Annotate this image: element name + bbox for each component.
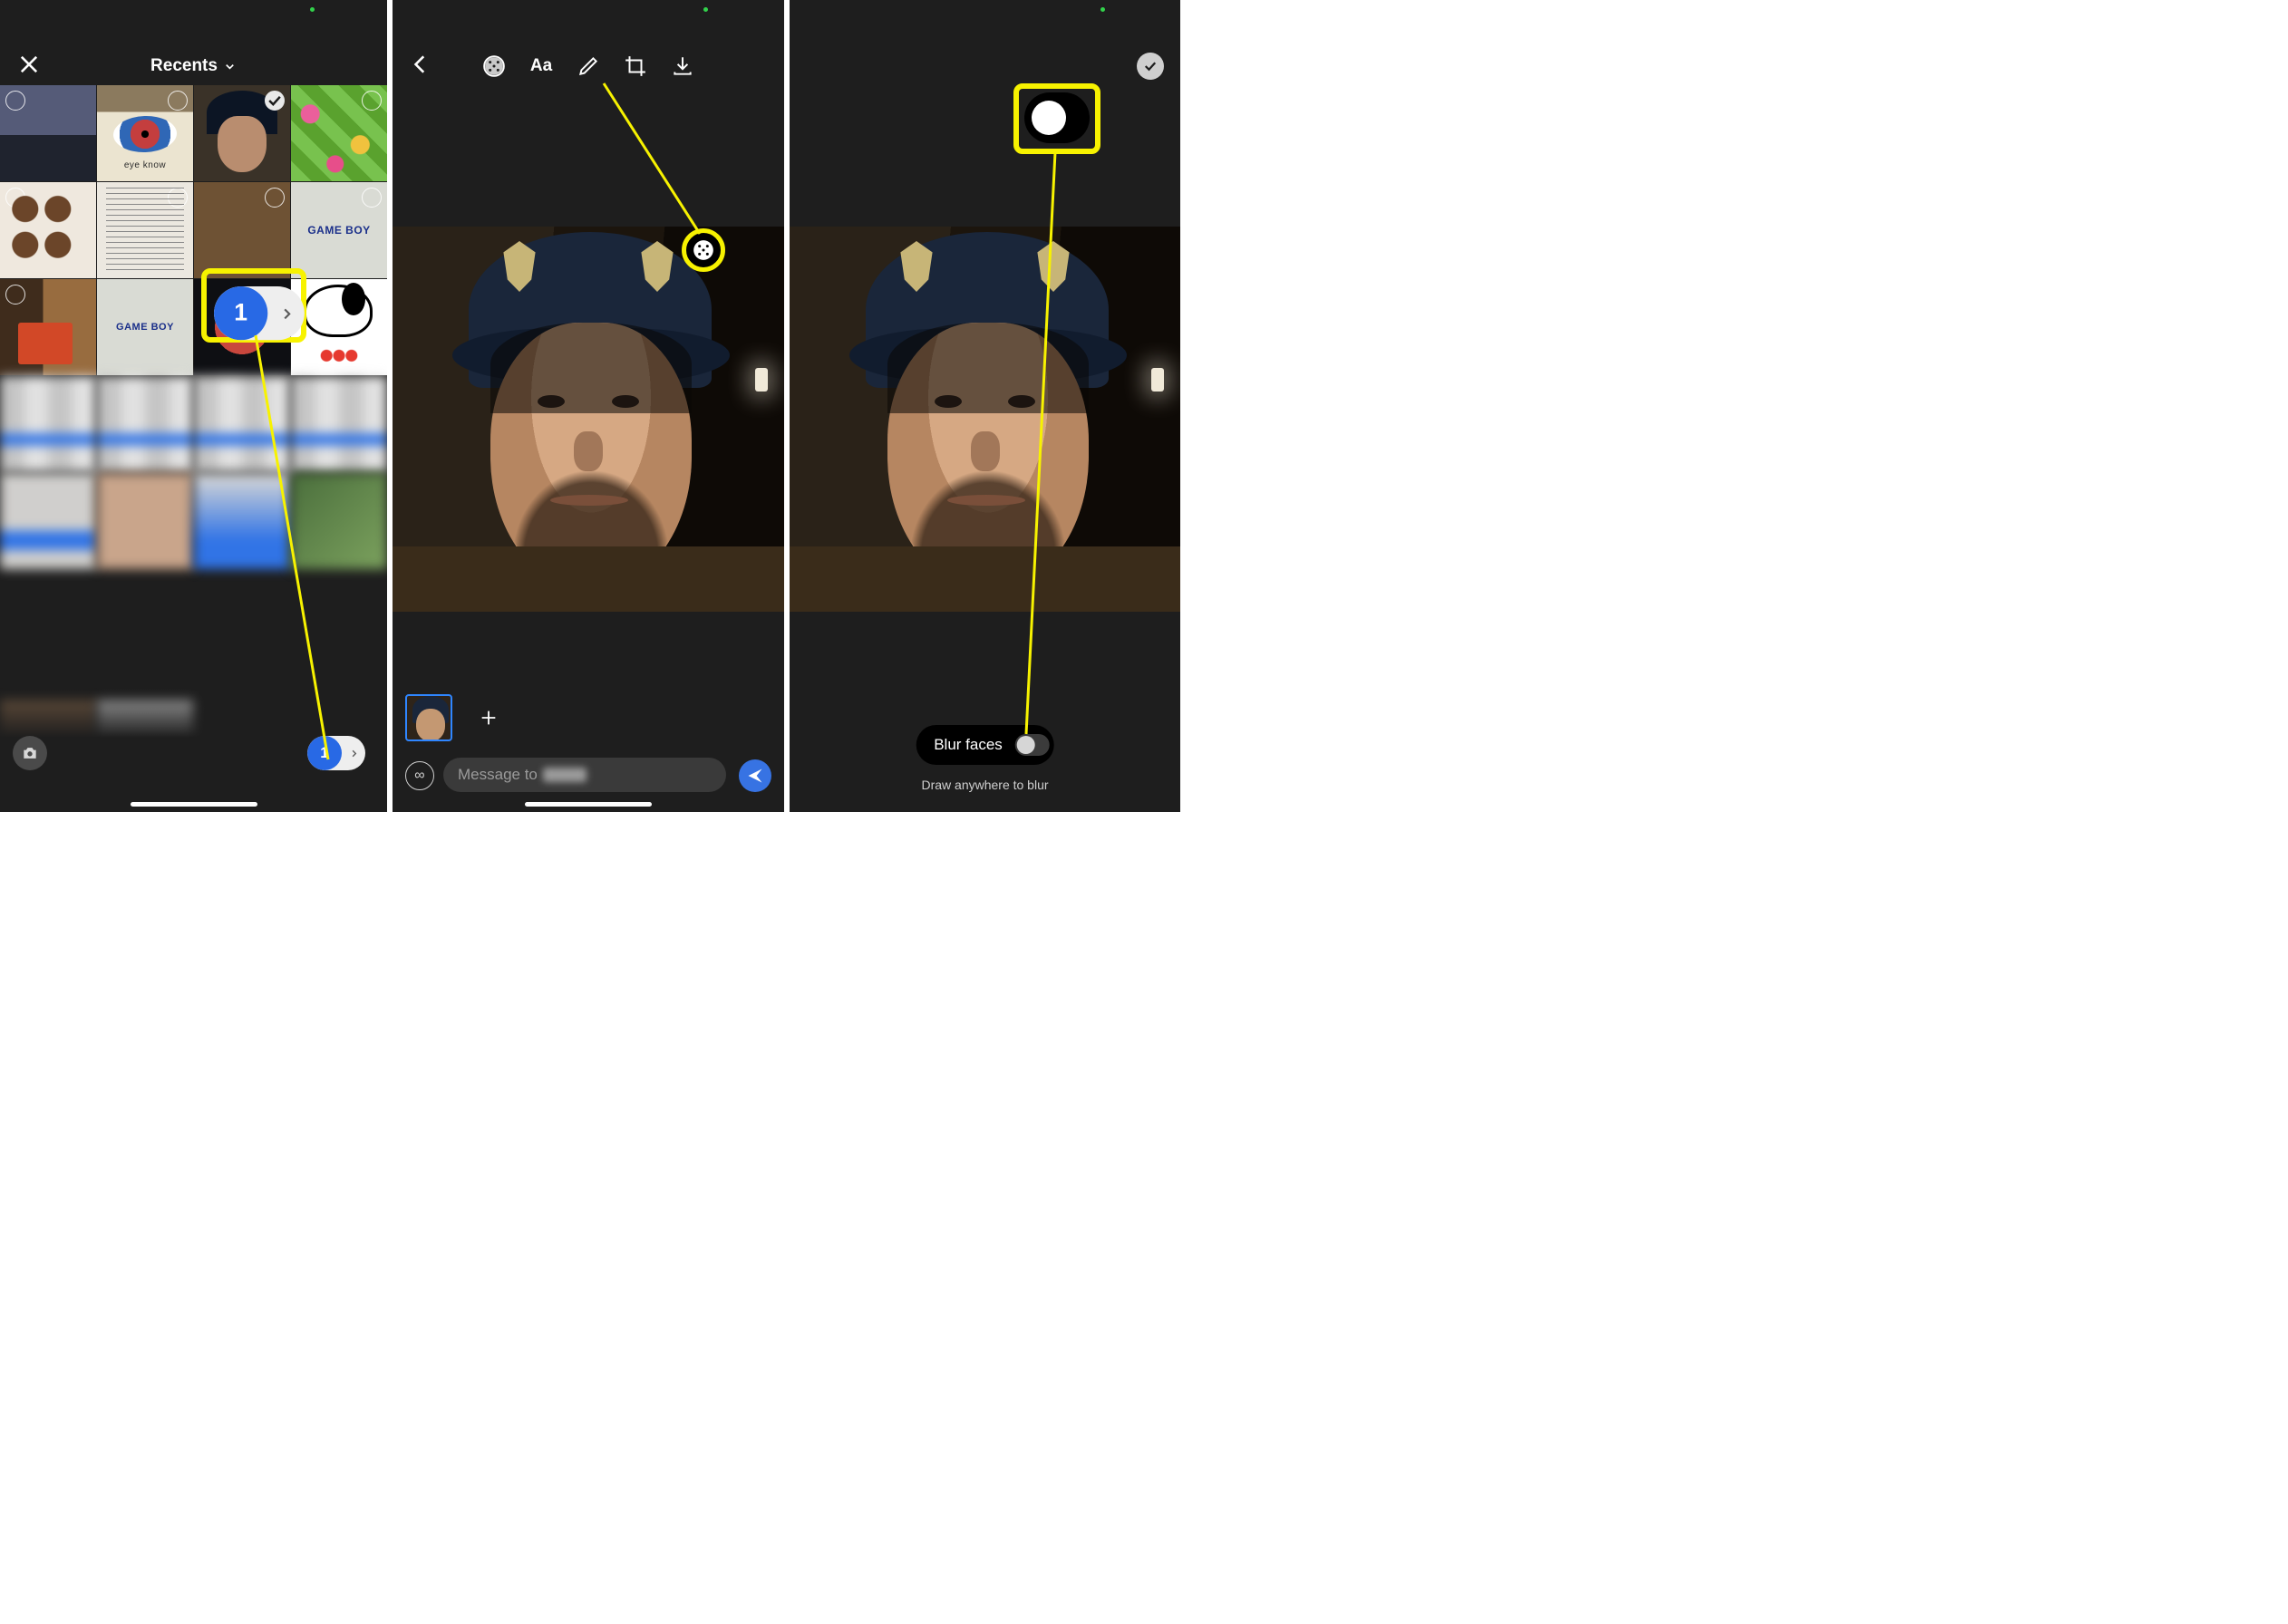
send-icon	[746, 767, 764, 785]
select-indicator[interactable]	[362, 91, 382, 111]
panel-gallery: Recents eye know GAME BOY GAME BOY	[0, 0, 387, 812]
selection-count: 1	[307, 736, 342, 770]
add-media-button[interactable]	[465, 694, 512, 741]
send-button[interactable]	[739, 759, 771, 792]
attached-photo-thumb[interactable]	[405, 694, 452, 741]
photo-thumbnail[interactable]	[0, 182, 96, 278]
blur-faces-label: Blur faces	[934, 736, 1003, 754]
blur-faces-toggle[interactable]	[1015, 734, 1050, 756]
annotation-zoom-switch	[1024, 92, 1090, 143]
blur-tool-button[interactable]	[480, 53, 508, 80]
chevron-down-icon	[223, 60, 237, 73]
panel-editor: Aa ∞	[393, 0, 784, 812]
annotation-zoom-pill: 1	[214, 286, 305, 340]
album-title: Recents	[150, 56, 218, 76]
photo-thumbnail[interactable]	[97, 376, 193, 472]
annotation-highlight-blur-icon	[682, 228, 725, 272]
text-tool-button[interactable]: Aa	[528, 53, 555, 80]
status-dot	[703, 7, 708, 12]
photo-thumbnail[interactable]	[291, 85, 387, 181]
select-indicator[interactable]	[5, 188, 25, 208]
pencil-icon	[577, 54, 600, 78]
done-button[interactable]	[1137, 53, 1164, 80]
select-indicator[interactable]	[362, 188, 382, 208]
select-indicator[interactable]	[5, 91, 25, 111]
photo-thumbnail[interactable]	[97, 473, 193, 569]
panel-blur-faces: Blur faces Draw anywhere to blur	[790, 0, 1180, 812]
status-dot	[310, 7, 315, 12]
editor-header: Aa	[393, 42, 784, 91]
blur-hint: Draw anywhere to blur	[790, 778, 1180, 792]
photo-thumbnail[interactable]	[291, 473, 387, 569]
header: Recents	[0, 42, 387, 91]
chevron-right-icon	[342, 749, 365, 759]
message-placeholder: Message to	[458, 766, 538, 784]
blur-faces-toggle-row: Blur faces	[916, 725, 1054, 765]
select-indicator[interactable]	[168, 188, 188, 208]
blur-header	[790, 42, 1180, 91]
save-tool-button[interactable]	[669, 53, 696, 80]
photo-grid: eye know GAME BOY GAME BOY	[0, 85, 387, 569]
download-icon	[671, 54, 694, 78]
redacted-recipient	[543, 768, 587, 782]
message-input[interactable]: Message to	[443, 758, 726, 792]
editor-canvas[interactable]	[393, 227, 784, 612]
crop-icon	[624, 54, 647, 78]
photo-thumbnail[interactable]	[194, 182, 290, 278]
photo-thumbnail[interactable]	[194, 473, 290, 569]
crop-tool-button[interactable]	[622, 53, 649, 80]
selection-count-pill[interactable]: 1	[307, 736, 365, 770]
check-icon	[1142, 58, 1159, 74]
photo-thumbnail[interactable]	[0, 279, 96, 375]
close-button[interactable]	[16, 52, 42, 82]
photo-thumbnail[interactable]	[0, 473, 96, 569]
camera-icon	[21, 744, 39, 762]
photo-thumbnail[interactable]	[194, 85, 290, 181]
status-dot	[1100, 7, 1105, 12]
photo-thumbnail[interactable]	[194, 376, 290, 472]
draw-tool-button[interactable]	[575, 53, 602, 80]
plus-icon	[479, 708, 499, 728]
blur-canvas[interactable]	[790, 227, 1180, 612]
select-indicator[interactable]	[265, 91, 285, 111]
photo-thumbnail[interactable]	[291, 376, 387, 472]
photo-thumbnail[interactable]	[0, 85, 96, 181]
album-dropdown[interactable]: Recents	[150, 56, 237, 76]
photo-thumbnail[interactable]: GAME BOY	[97, 279, 193, 375]
select-indicator[interactable]	[168, 91, 188, 111]
view-once-button[interactable]: ∞	[405, 761, 434, 790]
select-indicator[interactable]	[265, 188, 285, 208]
photo-thumbnail[interactable]: eye know	[97, 85, 193, 181]
select-indicator[interactable]	[5, 285, 25, 304]
photo-thumbnail[interactable]	[0, 376, 96, 472]
photo-thumbnail[interactable]	[97, 182, 193, 278]
camera-button[interactable]	[13, 736, 47, 770]
edit-tool-row: Aa	[393, 53, 784, 80]
photo-thumbnail[interactable]: GAME BOY	[291, 182, 387, 278]
home-indicator	[525, 802, 652, 807]
home-indicator	[131, 802, 257, 807]
